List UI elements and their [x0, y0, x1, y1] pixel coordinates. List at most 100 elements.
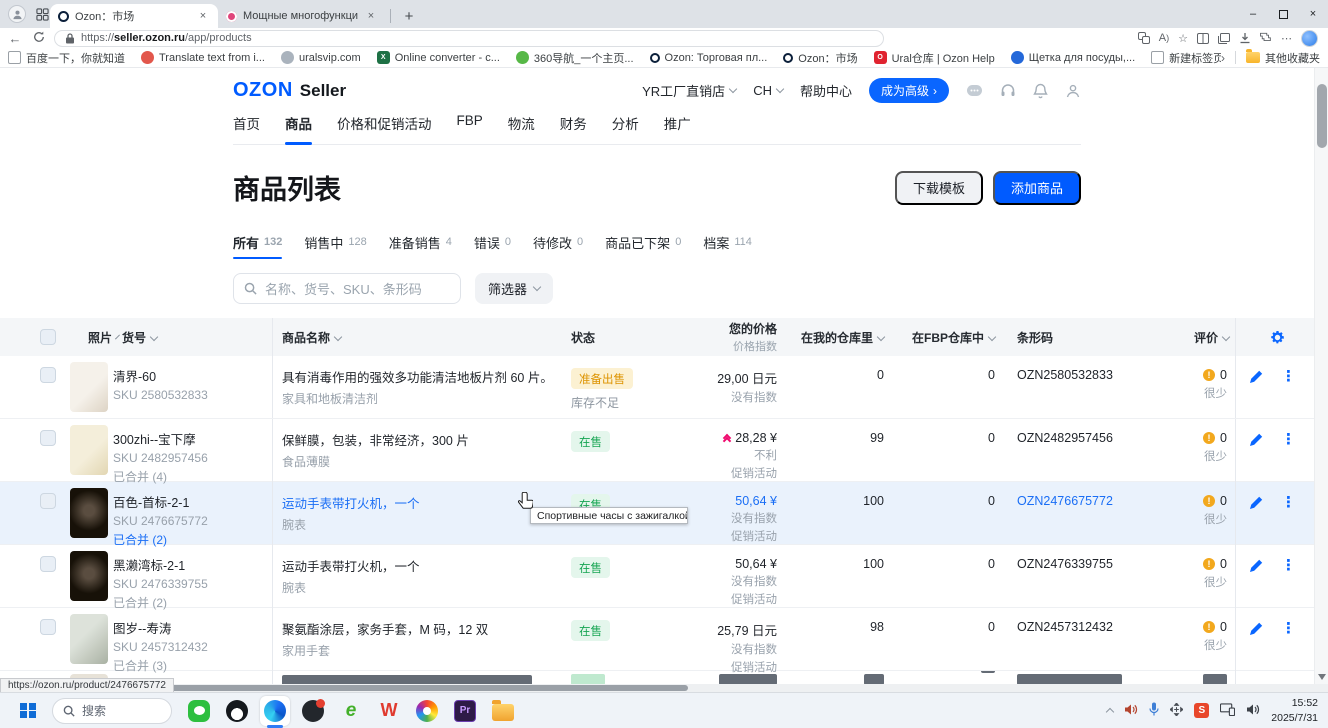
qq-icon[interactable]: [222, 696, 252, 726]
file-explorer-icon[interactable]: [488, 696, 518, 726]
notifications-bell-icon[interactable]: [1033, 83, 1048, 99]
bookmark-item[interactable]: Щетка для посуды,...: [1011, 51, 1135, 64]
row-checkbox[interactable]: [40, 493, 56, 509]
translate-icon[interactable]: [1138, 32, 1150, 44]
vertical-scrollbar-thumb[interactable]: [1317, 84, 1327, 148]
collections-icon[interactable]: [1218, 33, 1230, 44]
filter-tab[interactable]: 准备销售4: [389, 233, 452, 257]
wps-icon[interactable]: W: [374, 696, 404, 726]
bookmark-item[interactable]: uralsvip.com: [281, 51, 361, 64]
product-barcode[interactable]: OZN2476675772: [1017, 494, 1113, 508]
download-template-button[interactable]: 下载模板: [895, 171, 983, 205]
nav-item[interactable]: 价格和促销活动: [337, 113, 432, 133]
row-menu-button[interactable]: ⋮: [1281, 559, 1296, 573]
table-settings-gear-icon[interactable]: [1235, 318, 1314, 356]
row-checkbox[interactable]: [40, 367, 56, 383]
360-safe-icon[interactable]: [298, 696, 328, 726]
bookmark-item[interactable]: 新建标签页: [1151, 50, 1221, 66]
favorite-star-icon[interactable]: ☆: [1178, 32, 1188, 45]
messages-icon[interactable]: [966, 83, 983, 99]
horizontal-scrollbar[interactable]: [0, 684, 1328, 692]
window-maximize-button[interactable]: [1268, 0, 1298, 28]
other-favorites-folder[interactable]: 其他收藏夹: [1246, 50, 1320, 66]
download-icon[interactable]: [1239, 32, 1251, 44]
vertical-scrollbar[interactable]: [1314, 68, 1328, 684]
product-name[interactable]: 运动手表带打火机，一个: [282, 493, 552, 512]
filter-tab[interactable]: 销售中128: [304, 233, 366, 257]
speaker-icon[interactable]: [1246, 703, 1260, 719]
filter-tab[interactable]: 档案114: [703, 233, 752, 257]
row-menu-button[interactable]: ⋮: [1281, 622, 1296, 636]
edge-icon[interactable]: [260, 696, 290, 726]
nav-item[interactable]: 财务: [560, 113, 587, 133]
extensions-icon[interactable]: [1260, 32, 1272, 44]
browser-profile-icon[interactable]: [8, 5, 26, 23]
premiere-icon[interactable]: Pr: [450, 696, 480, 726]
profile-avatar[interactable]: [1301, 30, 1318, 47]
header-fbp[interactable]: 在FBP仓库中: [892, 329, 1007, 346]
bookmarks-overflow-chevron[interactable]: ›: [1221, 51, 1225, 65]
scroll-down-arrow[interactable]: [1318, 674, 1326, 680]
bookmark-item[interactable]: 360导航_一个主页...: [516, 50, 634, 66]
bookmark-item[interactable]: 百度一下，你就知道: [8, 50, 125, 66]
store-selector[interactable]: YR工厂直销店: [642, 81, 736, 100]
url-bar[interactable]: https://seller.ozon.ru/app/products: [54, 30, 884, 47]
nav-item[interactable]: 物流: [508, 113, 535, 133]
row-menu-button[interactable]: ⋮: [1281, 370, 1296, 384]
edit-product-button[interactable]: [1249, 433, 1263, 450]
tab-close-icon[interactable]: ×: [364, 10, 378, 22]
bookmark-item[interactable]: Ozon: Торговая пл...: [650, 52, 768, 64]
add-product-button[interactable]: 添加商品: [993, 171, 1081, 205]
more-options-icon[interactable]: ⋯: [1281, 32, 1292, 45]
filter-tab[interactable]: 待修改0: [533, 233, 583, 257]
product-name[interactable]: 具有消毒作用的强效多功能清洁地板片剂 60 片。: [282, 367, 552, 386]
row-menu-button[interactable]: ⋮: [1281, 496, 1296, 510]
browser-tab-active[interactable]: Ozon：市场 ×: [50, 4, 218, 28]
taskbar-clock[interactable]: 15:52 2025/7/31: [1271, 696, 1318, 724]
help-center-link[interactable]: 帮助中心: [800, 81, 852, 100]
header-art[interactable]: 货号: [108, 329, 272, 346]
header-name[interactable]: 商品名称: [272, 318, 562, 356]
header-stock[interactable]: 在我的仓库里: [782, 329, 892, 346]
edit-product-button[interactable]: [1249, 622, 1263, 639]
bookmark-item[interactable]: Translate text from i...: [141, 51, 265, 64]
bookmark-item[interactable]: XOnline converter - c...: [377, 51, 500, 64]
display-cast-icon[interactable]: [1220, 703, 1235, 719]
microphone-icon[interactable]: [1149, 702, 1159, 719]
row-checkbox[interactable]: [40, 556, 56, 572]
move-tool-icon[interactable]: [1170, 703, 1183, 719]
header-rating[interactable]: 评价: [1177, 329, 1235, 346]
refresh-button[interactable]: [30, 31, 48, 46]
filters-button[interactable]: 筛选器: [475, 273, 553, 304]
nav-item[interactable]: 首页: [233, 113, 260, 133]
wechat-icon[interactable]: [184, 696, 214, 726]
ie-icon[interactable]: e: [336, 696, 366, 726]
filter-tab[interactable]: 所有132: [233, 233, 282, 257]
row-checkbox[interactable]: [40, 619, 56, 635]
nav-item[interactable]: 推广: [664, 113, 691, 133]
nav-item[interactable]: FBP: [457, 113, 483, 133]
nav-item[interactable]: 分析: [612, 113, 639, 133]
new-tab-button[interactable]: +: [399, 8, 419, 25]
360-browser-icon[interactable]: [412, 696, 442, 726]
volume-icon[interactable]: [1124, 703, 1138, 719]
sogou-input-icon[interactable]: S: [1194, 703, 1209, 718]
edit-product-button[interactable]: [1249, 559, 1263, 576]
account-icon[interactable]: [1065, 83, 1081, 99]
edit-product-button[interactable]: [1249, 496, 1263, 513]
tray-expand-icon[interactable]: [1106, 707, 1114, 715]
start-button[interactable]: [14, 697, 42, 725]
edit-product-button[interactable]: [1249, 370, 1263, 387]
window-close-button[interactable]: ×: [1298, 0, 1328, 28]
language-selector[interactable]: CH: [753, 83, 783, 98]
bookmark-item[interactable]: Ozon：市场: [783, 50, 857, 66]
header-photo[interactable]: 照片: [88, 329, 108, 346]
read-aloud-icon[interactable]: A): [1159, 32, 1169, 44]
split-screen-icon[interactable]: [1197, 33, 1209, 44]
workspaces-icon[interactable]: [34, 6, 50, 22]
browser-tab-2[interactable]: Мощные многофункциональнь ×: [218, 4, 386, 28]
row-checkbox[interactable]: [40, 430, 56, 446]
row-menu-button[interactable]: ⋮: [1281, 433, 1296, 447]
filter-tab[interactable]: 商品已下架0: [605, 233, 681, 257]
premium-button[interactable]: 成为高级›: [869, 78, 949, 103]
